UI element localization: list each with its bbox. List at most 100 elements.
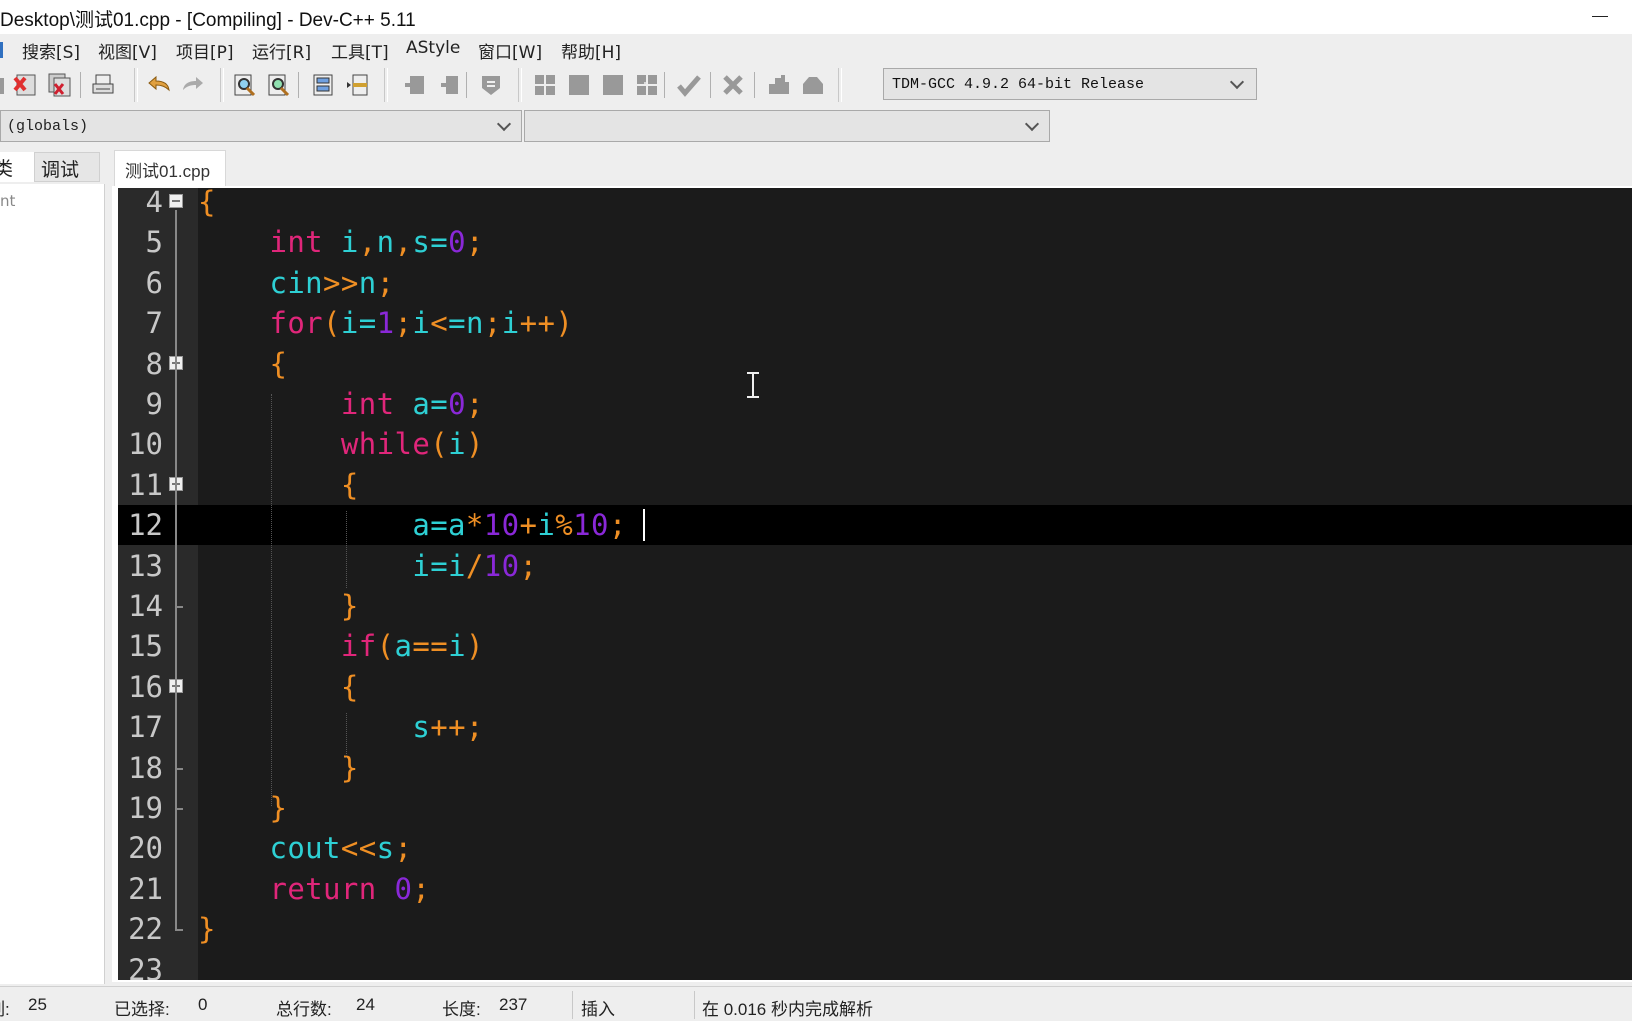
line-number: 23: [128, 952, 163, 980]
code-line[interactable]: 20 cout<<s;: [118, 828, 1632, 868]
code-line[interactable]: 15 if(a==i): [118, 626, 1632, 666]
find-button[interactable]: [230, 70, 260, 100]
toolbar-grip[interactable]: [220, 68, 224, 102]
status-lines-value: 24: [356, 995, 375, 1014]
code-line[interactable]: 14 }: [118, 586, 1632, 626]
stop-icon: [723, 75, 743, 95]
stop-button[interactable]: [718, 70, 748, 100]
check-syntax-button[interactable]: [674, 70, 704, 100]
line-number: 20: [128, 831, 163, 866]
line-number: 17: [128, 710, 163, 745]
menu-tools[interactable]: 工具[T]: [331, 38, 389, 63]
code-line[interactable]: 4{: [118, 188, 1632, 222]
toolbar-grip[interactable]: [838, 68, 842, 102]
fold-line: [175, 210, 177, 932]
menu-window[interactable]: 窗口[W]: [478, 38, 542, 63]
title-bar: Desktop\测试01.cpp - [Compiling] - Dev-C++…: [0, 0, 1632, 34]
replace-button[interactable]: [264, 70, 294, 100]
scope-select[interactable]: (globals): [0, 110, 522, 142]
toolbar-edge: [0, 78, 4, 94]
code-area[interactable]: 4{5 int i,n,s=0; 6 cin>>n; 7 for(i=1;i<=n;…: [118, 188, 1632, 980]
bookmark-next-button[interactable]: [434, 70, 464, 100]
code-line[interactable]: 9 int a=0;: [118, 384, 1632, 424]
redo-button[interactable]: [178, 70, 208, 100]
code-text: cin>>n;: [269, 265, 395, 300]
profile-button[interactable]: [798, 70, 828, 100]
code-line[interactable]: 5 int i,n,s=0;: [118, 222, 1632, 262]
tab-debug[interactable]: 调试: [34, 152, 100, 182]
status-separator: [572, 991, 573, 1019]
code-line[interactable]: 8 {: [118, 344, 1632, 384]
print-button[interactable]: [88, 70, 118, 100]
status-insert-mode: 插入: [581, 1000, 615, 1019]
open-project-button[interactable]: [564, 70, 594, 100]
code-text: for(i=1;i<=n;i++): [269, 306, 574, 341]
line-number: 5: [145, 225, 163, 260]
code-line[interactable]: 23: [118, 950, 1632, 980]
code-line[interactable]: 6 cin>>n;: [118, 263, 1632, 303]
goto-icon: [482, 76, 500, 95]
goto-button[interactable]: [476, 70, 506, 100]
tab-debug-label: 调试: [41, 159, 80, 181]
project-options-button[interactable]: [632, 70, 662, 100]
toolbar-grip[interactable]: [518, 68, 522, 102]
compiler-select[interactable]: TDM-GCC 4.9.2 64-bit Release: [883, 68, 1257, 100]
file-tab[interactable]: 测试01.cpp: [114, 150, 226, 186]
fold-toggle-icon[interactable]: [169, 194, 183, 208]
class-tree: nt: [0, 184, 105, 984]
line-number: 7: [145, 306, 163, 341]
check-syntax-icon: [677, 75, 701, 97]
minimize-button[interactable]: [1586, 4, 1616, 30]
code-line[interactable]: 21 return 0;: [118, 869, 1632, 909]
toolbar-grip[interactable]: [134, 68, 138, 102]
tab-classes[interactable]: 类: [0, 152, 36, 182]
code-line[interactable]: 19 }: [118, 788, 1632, 828]
indent-guide: [346, 511, 347, 588]
menu-help[interactable]: 帮助[H]: [561, 38, 621, 63]
code-line[interactable]: 16 {: [118, 667, 1632, 707]
code-line[interactable]: 22}: [118, 909, 1632, 949]
code-line[interactable]: 7 for(i=1;i<=n;i++): [118, 303, 1632, 343]
toolbar-separator: [466, 72, 467, 98]
tree-item[interactable]: nt: [0, 192, 15, 210]
status-selected-label: 已选择:: [114, 1000, 170, 1019]
unindent-button[interactable]: [342, 70, 372, 100]
save-project-button[interactable]: [598, 70, 628, 100]
debug-button[interactable]: [764, 70, 794, 100]
indent-button[interactable]: [308, 70, 338, 100]
code-text: {: [269, 346, 288, 381]
toolbar-separator: [80, 72, 81, 98]
find-icon: [234, 74, 256, 97]
line-number: 16: [128, 669, 163, 704]
editor-tab-strip: 测试01.cpp: [112, 150, 1632, 186]
bookmark-prev-button[interactable]: [400, 70, 430, 100]
code-line[interactable]: 11 {: [118, 465, 1632, 505]
toolbar-grip[interactable]: [384, 68, 388, 102]
code-text: s++;: [412, 710, 484, 745]
menu-search[interactable]: 搜索[S]: [22, 38, 80, 63]
new-project-button[interactable]: [530, 70, 560, 100]
line-number: 11: [128, 467, 163, 502]
menu-astyle[interactable]: AStyle: [406, 38, 460, 58]
line-number: 12: [128, 508, 163, 543]
code-text: }: [269, 791, 288, 825]
close-file-button[interactable]: [10, 70, 40, 100]
bookmark-next-icon: [441, 76, 458, 94]
undo-button[interactable]: [144, 70, 174, 100]
menu-project[interactable]: 项目[P]: [176, 38, 234, 63]
code-line[interactable]: 10 while(i): [118, 424, 1632, 464]
status-message: 在 0.016 秒内完成解析: [702, 1000, 873, 1019]
indent-icon: [313, 74, 333, 96]
line-number: 6: [145, 265, 163, 300]
toolbar-separator: [298, 72, 299, 98]
menu-run[interactable]: 运行[R]: [252, 38, 311, 63]
member-select[interactable]: [524, 110, 1050, 142]
file-tab-label: 测试01.cpp: [125, 162, 211, 181]
chevron-down-icon: [1024, 116, 1040, 132]
menu-view[interactable]: 视图[V]: [98, 38, 157, 63]
tab-classes-label: 类: [0, 158, 14, 180]
close-all-button[interactable]: [44, 70, 74, 100]
line-number: 18: [128, 750, 163, 785]
status-col-value: 25: [28, 995, 47, 1014]
status-selected-value: 0: [198, 995, 208, 1014]
